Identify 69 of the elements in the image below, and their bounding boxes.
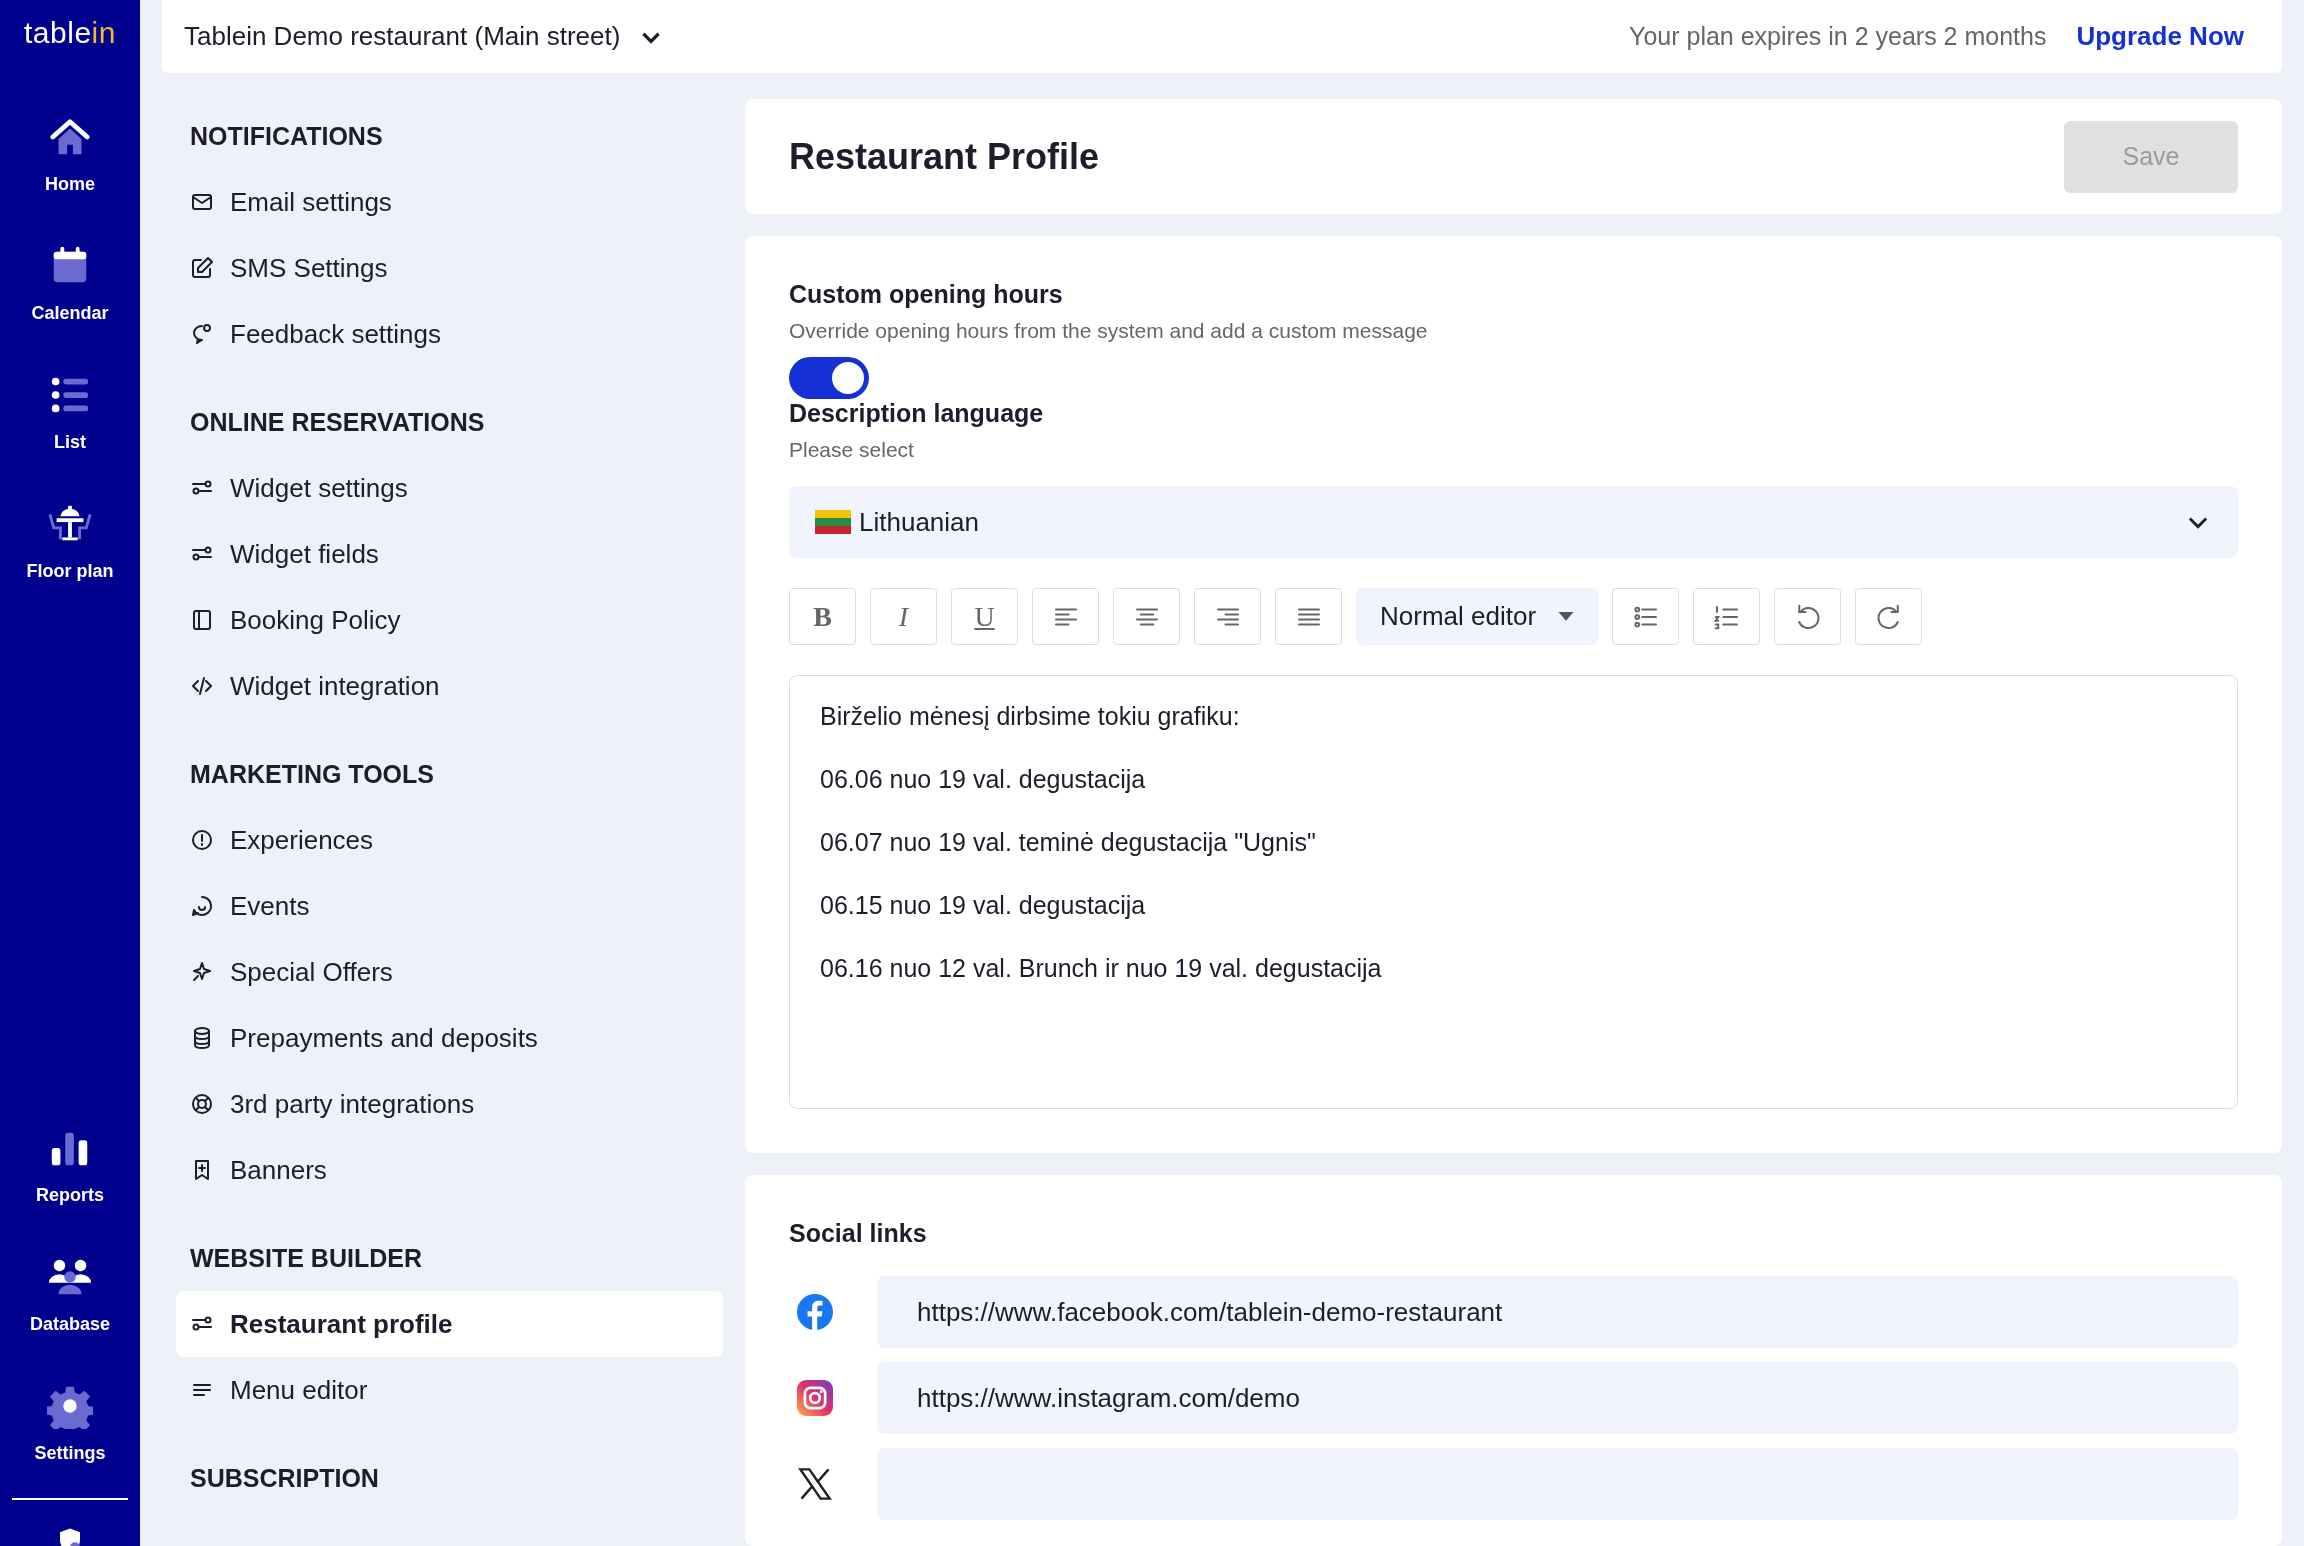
logo[interactable]: tablein (24, 16, 116, 50)
sidebar-item[interactable]: Events (176, 873, 723, 939)
nav-item[interactable]: Calendar (25, 239, 115, 328)
undo-button[interactable] (1774, 588, 1842, 645)
sidebar-item[interactable]: Email settings (176, 169, 723, 235)
editor-paragraph: 06.06 nuo 19 val. degustacija (820, 764, 1147, 795)
nav-item[interactable]: Home (39, 110, 101, 199)
language-select[interactable]: Lithuanian (789, 486, 2238, 558)
nav-item[interactable]: List (41, 368, 99, 457)
text-editor[interactable]: Birželio mėnesį dirbsime tokiu grafiku: 06.06 nuo 19 val. degustacija 06.07 nuo 19 val. teminė degustacija "Ugnis" 06.15 nuo 19 val. degustacija 06.16 nuo 12 val. Brunch ir nuo 19 val. degustacija (789, 675, 2238, 1109)
editor-paragraph: 06.07 nuo 19 val. teminė degustacija "Ugnis" (820, 827, 1317, 858)
sparkle-icon (190, 960, 214, 984)
restaurant-selector[interactable]: Tablein Demo restaurant (Main street) (184, 21, 665, 52)
sidebar-item[interactable]: 3rd party integrations (176, 1071, 723, 1137)
section-heading: SUBSCRIPTION (189, 1462, 380, 1494)
panel-icon (190, 608, 214, 632)
sidebar-item[interactable]: Feedback settings (176, 301, 723, 367)
underline-button[interactable]: U (951, 588, 1018, 645)
nav-item[interactable]: Settings (28, 1379, 112, 1468)
caret-down-icon (1558, 611, 1575, 622)
upgrade-link[interactable]: Upgrade Now (2076, 21, 2244, 52)
field-title: Custom opening hours (789, 280, 1064, 309)
section-heading: WEBSITE BUILDER (189, 1242, 423, 1274)
sidebar-item[interactable]: Widget fields (176, 521, 723, 587)
sidebar-item[interactable]: Widget settings (176, 455, 723, 521)
plan-notice: Your plan expires in 2 years 2 months (1629, 22, 2047, 51)
sidebar-item[interactable]: Banners (176, 1137, 723, 1203)
lifebuoy-icon (190, 1092, 214, 1116)
sidebar-item[interactable]: Special Offers (176, 939, 723, 1005)
url-input[interactable]: https://www.facebook.com/tablein-demo-restaurant (877, 1276, 2238, 1348)
url-input[interactable]: https://www.instagram.com/demo (877, 1362, 2238, 1434)
section-heading: ONLINE RESERVATIONS (189, 406, 486, 438)
sidebar-item[interactable]: Prepayments and deposits (176, 1005, 723, 1071)
justify-button[interactable] (1275, 588, 1342, 645)
nav-item[interactable]: Database (23, 1250, 116, 1339)
nav-item[interactable]: Reports (30, 1121, 110, 1210)
section-title: Social links (789, 1219, 928, 1248)
sidebar-item[interactable]: Experiences (176, 807, 723, 873)
page-title: Restaurant Profile (789, 135, 1100, 178)
facebook-icon (797, 1294, 833, 1330)
smiley-bubble-icon (190, 894, 214, 918)
section-heading: MARKETING TOOLS (189, 758, 435, 790)
x-logo-icon (797, 1466, 833, 1502)
instagram-icon (797, 1380, 833, 1416)
sidebar-item[interactable]: Booking Policy (176, 587, 723, 653)
field-title: Description language (789, 399, 1045, 428)
editor-paragraph: 06.16 nuo 12 val. Brunch ir nuo 19 val. degustacija (820, 953, 1383, 984)
editor-paragraph: 06.15 nuo 19 val. degustacija (820, 890, 1147, 921)
italic-button[interactable]: I (870, 588, 937, 645)
editor-mode-dropdown[interactable]: Normal editor (1356, 588, 1599, 645)
sidebar-item[interactable]: Widget integration (176, 653, 723, 719)
section-heading: NOTIFICATIONS (189, 120, 384, 152)
numbers-button[interactable] (1693, 588, 1761, 645)
sidebar-item[interactable]: SMS Settings (176, 235, 723, 301)
nav-item[interactable]: Floor plan (20, 497, 120, 586)
bullets-button[interactable] (1612, 588, 1680, 645)
exclamation-circle-icon (190, 828, 214, 852)
redo-button[interactable] (1855, 588, 1923, 645)
field-subtitle: Override opening hours from the system and add a custom message (789, 319, 1429, 343)
sidebar-item[interactable]: Restaurant profile (176, 1291, 723, 1357)
toggle-switch[interactable] (789, 357, 869, 399)
flag-icon (815, 510, 851, 534)
bold-button[interactable]: B (789, 588, 856, 645)
code-icon (190, 674, 214, 698)
pencil-square-icon (190, 256, 214, 280)
speech-bubble-icon (190, 322, 214, 346)
sidebar-item[interactable]: Menu editor (176, 1357, 723, 1423)
editor-paragraph: Birželio mėnesį dirbsime tokiu grafiku: (820, 701, 1241, 732)
field-subtitle: Please select (789, 438, 915, 462)
